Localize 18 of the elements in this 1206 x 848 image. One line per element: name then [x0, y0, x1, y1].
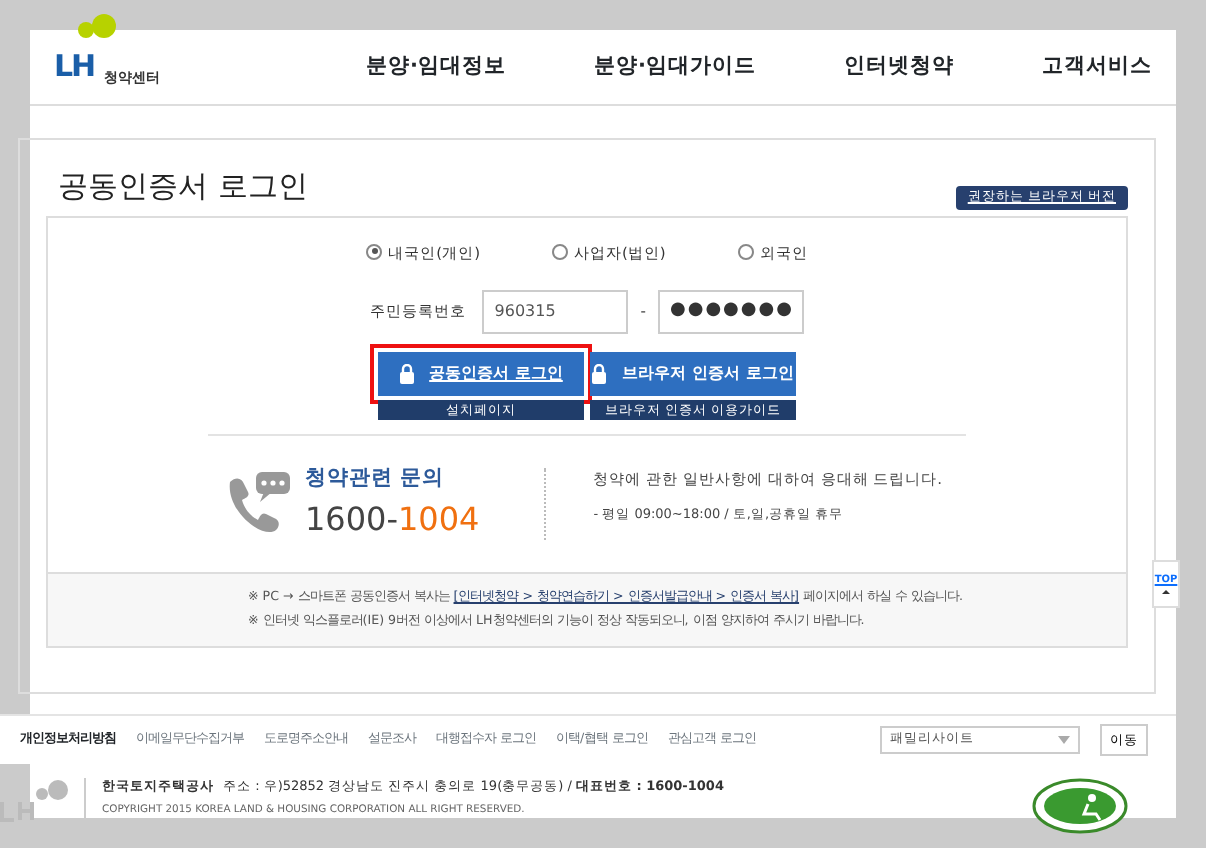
phone-number: 1600-1004 [305, 497, 480, 541]
nav-link[interactable]: 고객서비스 [1042, 51, 1152, 83]
id-back-field[interactable]: ●●●●●●● [657, 289, 804, 334]
dropdown-caret-icon [1058, 736, 1070, 744]
id-front-field[interactable]: 960315 [482, 289, 629, 334]
contact-title: 청약관련 문의 [305, 463, 447, 494]
nav-link[interactable]: 인터넷청약 [844, 51, 954, 83]
lock-icon [399, 363, 414, 384]
login-button[interactable]: 브라우저 인증서 로그인 [590, 351, 796, 396]
logo-text[interactable]: LH [54, 48, 95, 85]
nav-link[interactable]: 분양·임대정보 [366, 51, 506, 83]
login-button[interactable]: 공동인증서 로그인 [378, 351, 584, 396]
page-title: 공동인증서 로그인 [58, 166, 308, 208]
lock-icon [592, 363, 607, 384]
lh-logo-icon [0, 778, 68, 822]
nav-link[interactable]: 분양·임대가이드 [594, 51, 756, 83]
phone-chat-icon [224, 471, 296, 536]
logo-circles-icon [78, 14, 118, 43]
